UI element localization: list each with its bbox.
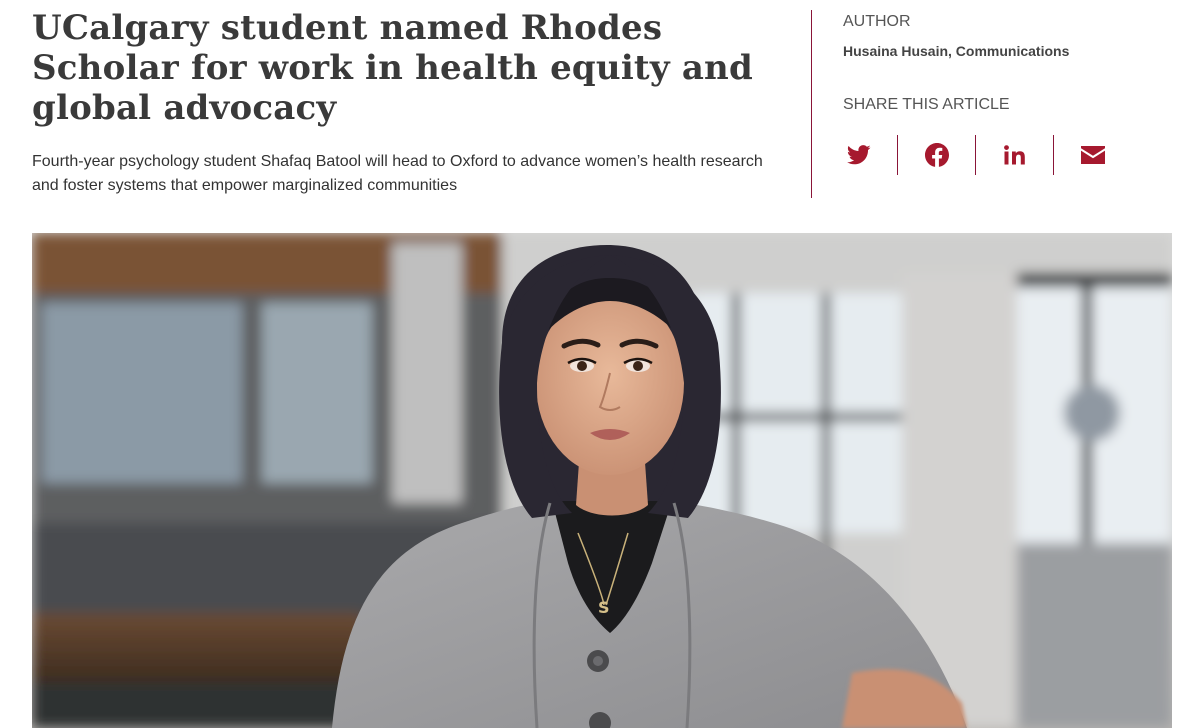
svg-text:S: S	[598, 598, 610, 617]
share-label: SHARE THIS ARTICLE	[843, 96, 1010, 113]
author-label: AUTHOR	[843, 13, 911, 30]
hero-image: S	[32, 233, 1172, 728]
article-meta-sidebar: AUTHOR Husaina Husain, Communications SH…	[843, 12, 1173, 115]
share-email-button[interactable]	[1054, 135, 1131, 175]
article-page: UCalgary student named Rhodes Scholar fo…	[0, 0, 1188, 728]
share-linkedin-button[interactable]	[976, 135, 1053, 175]
portrait-photo-illustration: S	[32, 233, 1172, 728]
article-dek: Fourth-year psychology student Shafaq Ba…	[32, 153, 763, 194]
share-buttons	[820, 135, 1131, 175]
author-name[interactable]: Husaina Husain, Communications	[843, 43, 1173, 59]
linkedin-icon	[1003, 145, 1025, 165]
email-icon	[1080, 146, 1105, 164]
article-headline: UCalgary student named Rhodes Scholar fo…	[32, 8, 753, 128]
share-twitter-button[interactable]	[820, 135, 897, 175]
facebook-icon	[924, 143, 949, 167]
header-divider	[811, 10, 812, 198]
twitter-icon	[846, 145, 871, 165]
share-facebook-button[interactable]	[898, 135, 975, 175]
